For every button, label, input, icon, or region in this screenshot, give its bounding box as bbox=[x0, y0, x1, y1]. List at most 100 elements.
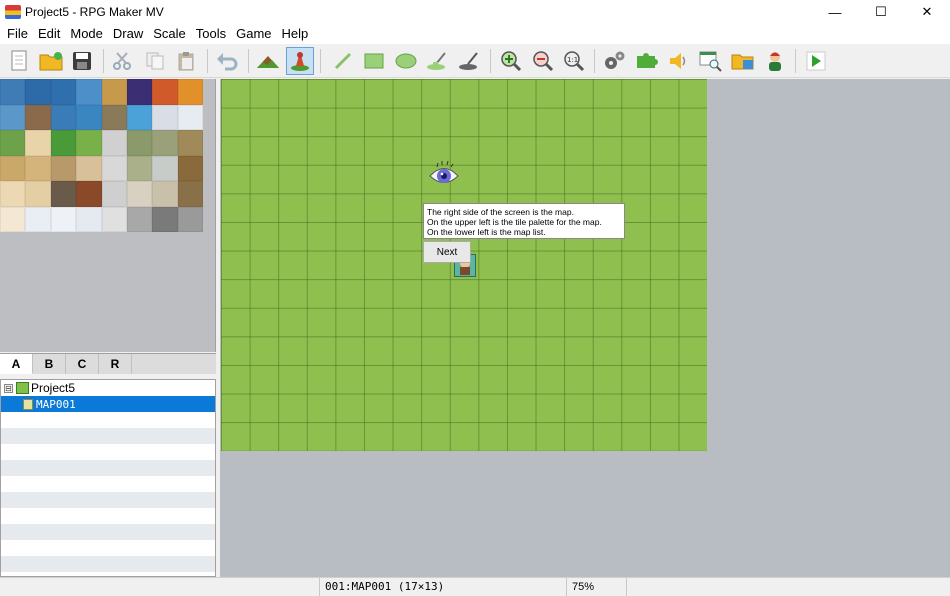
tile[interactable] bbox=[177, 79, 203, 105]
menu-tools[interactable]: Tools bbox=[191, 24, 231, 44]
tile[interactable] bbox=[177, 130, 203, 156]
map-list-item[interactable]: MAP001 bbox=[1, 396, 215, 412]
tile[interactable] bbox=[76, 104, 102, 130]
tile[interactable] bbox=[101, 206, 127, 232]
menu-file[interactable]: File bbox=[2, 24, 33, 44]
tile[interactable] bbox=[101, 130, 127, 156]
tile[interactable] bbox=[50, 104, 77, 130]
tile[interactable] bbox=[25, 104, 51, 130]
map-mode-button[interactable] bbox=[254, 47, 282, 75]
tile[interactable] bbox=[101, 155, 127, 181]
copy-button[interactable] bbox=[141, 47, 169, 75]
menu-edit[interactable]: Edit bbox=[33, 24, 65, 44]
tile[interactable] bbox=[126, 206, 153, 232]
resource-manager-button[interactable] bbox=[729, 47, 757, 75]
tab-a[interactable]: A bbox=[0, 354, 33, 374]
tile[interactable] bbox=[25, 130, 51, 156]
rectangle-button[interactable] bbox=[360, 47, 388, 75]
tile[interactable] bbox=[50, 130, 77, 156]
next-button[interactable]: Next bbox=[423, 241, 471, 263]
maximize-button[interactable]: ☐ bbox=[858, 0, 904, 24]
tile[interactable] bbox=[101, 104, 127, 130]
tile[interactable] bbox=[126, 130, 153, 156]
map-list[interactable]: ⊟ Project5 MAP001 bbox=[0, 379, 216, 577]
map-list-project-row[interactable]: ⊟ Project5 bbox=[1, 380, 215, 396]
tile[interactable] bbox=[152, 155, 178, 181]
project-name: Project5 bbox=[31, 381, 76, 395]
map-canvas[interactable]: The right side of the screen is the map.… bbox=[221, 79, 707, 451]
menu-mode[interactable]: Mode bbox=[65, 24, 108, 44]
ellipse-button[interactable] bbox=[392, 47, 420, 75]
tile[interactable] bbox=[0, 79, 26, 105]
tile[interactable] bbox=[50, 206, 77, 232]
undo-button[interactable] bbox=[213, 47, 241, 75]
tile-palette[interactable] bbox=[0, 79, 216, 352]
tile[interactable] bbox=[50, 155, 77, 181]
character-generator-button[interactable] bbox=[761, 47, 789, 75]
menu-game[interactable]: Game bbox=[231, 24, 276, 44]
tile[interactable] bbox=[76, 206, 102, 232]
menu-help[interactable]: Help bbox=[277, 24, 314, 44]
tile[interactable] bbox=[76, 130, 102, 156]
tile[interactable] bbox=[177, 155, 203, 181]
tile[interactable] bbox=[76, 155, 102, 181]
tile[interactable] bbox=[25, 206, 51, 232]
tile[interactable] bbox=[126, 104, 153, 130]
tile-grid[interactable] bbox=[0, 79, 203, 232]
tile[interactable] bbox=[177, 181, 203, 207]
cut-button[interactable] bbox=[108, 47, 136, 75]
tile[interactable] bbox=[25, 155, 51, 181]
open-project-button[interactable] bbox=[37, 47, 65, 75]
tile[interactable] bbox=[152, 79, 178, 105]
paste-button[interactable] bbox=[172, 47, 200, 75]
database-button[interactable] bbox=[601, 47, 629, 75]
tab-r[interactable]: R bbox=[99, 354, 132, 374]
tile[interactable] bbox=[101, 181, 127, 207]
tile[interactable] bbox=[152, 181, 178, 207]
tile[interactable] bbox=[126, 79, 153, 105]
tile[interactable] bbox=[126, 155, 153, 181]
actual-size-button[interactable]: 1:1 bbox=[560, 47, 588, 75]
tile[interactable] bbox=[25, 79, 51, 105]
collapse-toggle-icon[interactable]: ⊟ bbox=[4, 383, 13, 393]
tab-b[interactable]: B bbox=[33, 354, 66, 374]
close-button[interactable]: ✕ bbox=[904, 0, 950, 24]
tile[interactable] bbox=[50, 79, 77, 105]
tile[interactable] bbox=[152, 130, 178, 156]
tile[interactable] bbox=[152, 104, 178, 130]
tab-c[interactable]: C bbox=[66, 354, 99, 374]
tile[interactable] bbox=[0, 104, 26, 130]
minimize-button[interactable]: — bbox=[812, 0, 858, 24]
rectangle-icon bbox=[364, 53, 384, 69]
tooltip-line: The right side of the screen is the map. bbox=[427, 207, 574, 217]
tile[interactable] bbox=[0, 206, 26, 232]
map-area[interactable]: The right side of the screen is the map.… bbox=[220, 79, 950, 577]
save-project-button[interactable] bbox=[68, 47, 96, 75]
tile[interactable] bbox=[76, 181, 102, 207]
tile[interactable] bbox=[177, 104, 203, 130]
event-mode-button[interactable] bbox=[286, 47, 314, 75]
tile[interactable] bbox=[76, 79, 102, 105]
event-searcher-button[interactable] bbox=[697, 47, 725, 75]
playtest-button[interactable] bbox=[802, 47, 830, 75]
plugin-manager-button[interactable] bbox=[633, 47, 661, 75]
tile[interactable] bbox=[50, 181, 77, 207]
tile[interactable] bbox=[0, 130, 26, 156]
map-list-empty-row bbox=[1, 428, 215, 444]
fill-button[interactable] bbox=[423, 47, 451, 75]
menu-draw[interactable]: Draw bbox=[108, 24, 148, 44]
tile[interactable] bbox=[101, 79, 127, 105]
zoom-in-button[interactable] bbox=[497, 47, 525, 75]
tile[interactable] bbox=[0, 181, 26, 207]
shadow-pen-button[interactable] bbox=[455, 47, 483, 75]
tile[interactable] bbox=[177, 206, 203, 232]
sound-test-button[interactable] bbox=[665, 47, 693, 75]
tile[interactable] bbox=[126, 181, 153, 207]
tile[interactable] bbox=[0, 155, 26, 181]
zoom-out-button[interactable] bbox=[529, 47, 557, 75]
tile[interactable] bbox=[152, 206, 178, 232]
menu-scale[interactable]: Scale bbox=[148, 24, 191, 44]
new-project-button[interactable] bbox=[5, 47, 33, 75]
tile[interactable] bbox=[25, 181, 51, 207]
pencil-button[interactable] bbox=[329, 47, 357, 75]
